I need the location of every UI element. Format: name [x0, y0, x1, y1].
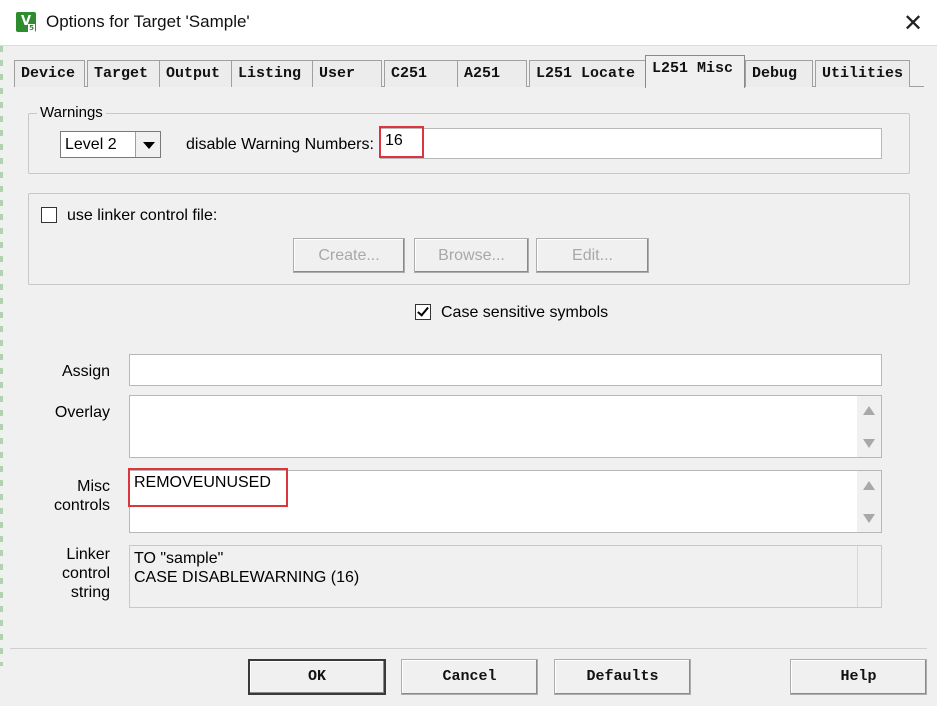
tab-user[interactable]: User	[312, 60, 382, 87]
tab-utilities[interactable]: Utilities	[815, 60, 910, 87]
tab-c251[interactable]: C251	[384, 60, 458, 87]
scroll-up-icon[interactable]	[863, 481, 875, 490]
case-sensitive-checkbox[interactable]	[415, 304, 431, 320]
keil-app-icon: V5	[16, 12, 36, 32]
warnings-group-label: Warnings	[37, 104, 106, 121]
use-linker-file-checkbox[interactable]	[41, 207, 57, 223]
overlay-label: Overlay	[54, 404, 110, 421]
misc-controls-textarea[interactable]: REMOVEUNUSED	[129, 470, 882, 533]
scroll-up-icon[interactable]	[863, 406, 875, 415]
ok-button[interactable]: OK	[248, 659, 386, 695]
defaults-button[interactable]: Defaults	[554, 659, 691, 695]
check-icon	[417, 304, 429, 317]
footer-separator	[10, 648, 927, 649]
left-edge-decoration	[0, 46, 3, 666]
tab-target[interactable]: Target	[87, 60, 167, 87]
tab-debug[interactable]: Debug	[745, 60, 813, 87]
window-title: Options for Target 'Sample'	[46, 12, 250, 31]
disable-warning-input[interactable]: 16	[380, 128, 882, 159]
create-button[interactable]: Create...	[293, 238, 405, 273]
dropdown-button[interactable]	[135, 132, 160, 157]
warning-level-select[interactable]: Level 2	[60, 131, 161, 158]
misc-controls-label: Misc controls	[53, 478, 110, 514]
disable-warning-label: disable Warning Numbers:	[186, 136, 374, 153]
close-icon[interactable]: ✕	[896, 6, 930, 40]
chevron-down-icon	[143, 142, 155, 149]
scroll-down-icon[interactable]	[863, 514, 875, 523]
title-bar: V5 Options for Target 'Sample' ✕	[0, 0, 937, 46]
warning-level-value: Level 2	[65, 136, 117, 153]
browse-button[interactable]: Browse...	[414, 238, 529, 273]
tab-l251-misc[interactable]: L251 Misc	[645, 55, 745, 88]
assign-input[interactable]	[129, 354, 882, 386]
help-button[interactable]: Help	[790, 659, 927, 695]
tab-a251[interactable]: A251	[457, 60, 527, 87]
scroll-down-icon[interactable]	[863, 439, 875, 448]
overlay-scrollbar[interactable]	[857, 396, 881, 457]
tab-l251-locate[interactable]: L251 Locate	[529, 60, 647, 87]
tab-listing[interactable]: Listing	[231, 60, 317, 87]
cancel-button[interactable]: Cancel	[401, 659, 538, 695]
linker-control-string-label: Linker control string	[61, 546, 110, 601]
use-linker-file-label: use linker control file:	[67, 207, 218, 224]
linker-string-scrollbar	[857, 546, 881, 607]
assign-label: Assign	[61, 363, 110, 380]
misc-scrollbar[interactable]	[857, 471, 881, 532]
tab-device[interactable]: Device	[14, 60, 85, 87]
linker-control-string-text: TO "sample" CASE DISABLEWARNING (16)	[129, 545, 882, 608]
case-sensitive-label: Case sensitive symbols	[441, 304, 609, 321]
edit-button[interactable]: Edit...	[536, 238, 649, 273]
tab-output[interactable]: Output	[159, 60, 239, 87]
overlay-textarea[interactable]	[129, 395, 882, 458]
